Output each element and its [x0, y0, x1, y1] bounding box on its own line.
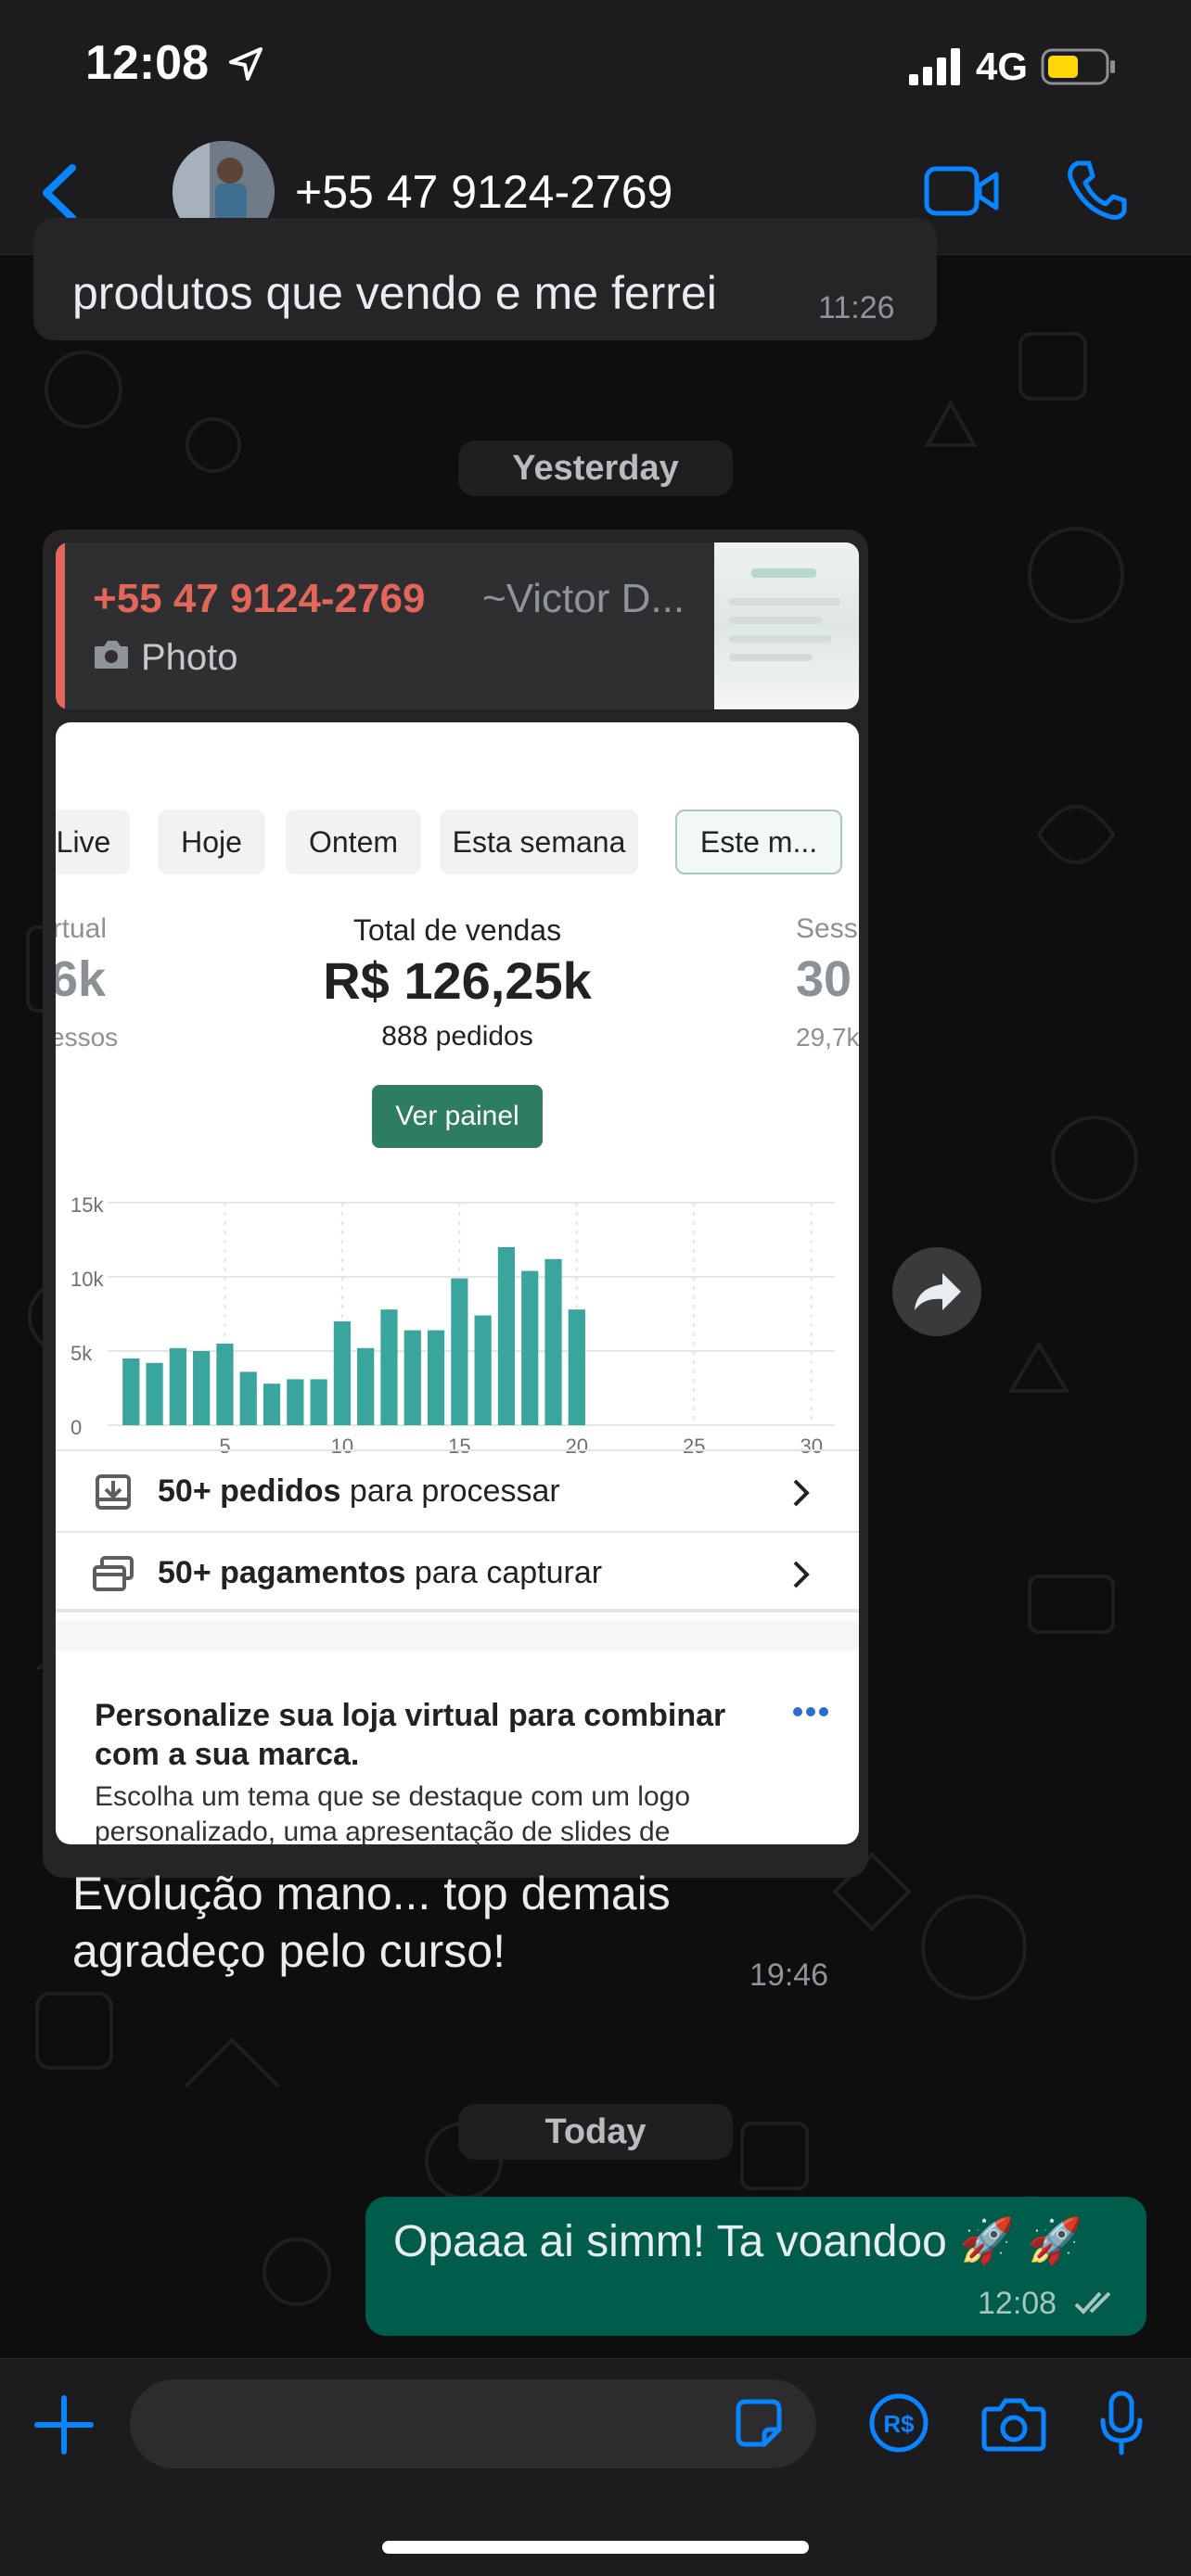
message-list[interactable]: produtos que vendo e me ferrei 11:26 Yes… — [0, 218, 1191, 2358]
location-arrow-icon — [229, 47, 263, 81]
forward-button[interactable] — [892, 1247, 981, 1336]
sticker-icon[interactable] — [731, 2396, 787, 2452]
home-indicator[interactable] — [382, 2541, 809, 2554]
chart-bar — [497, 1247, 516, 1425]
battery-icon — [1041, 48, 1115, 85]
chart-bar — [216, 1344, 234, 1425]
ver-painel-button: Ver painel — [372, 1085, 543, 1148]
payment-real-icon[interactable]: R$ — [868, 2392, 929, 2454]
image-caption-line1: Evolução mano... top demais — [72, 1868, 671, 1919]
chart-bar — [568, 1309, 585, 1425]
chart-bar — [521, 1270, 539, 1425]
network-type: 4G — [975, 45, 1028, 88]
chart-bar — [146, 1362, 163, 1425]
payments-count-bold: 50+ pagamentos — [158, 1555, 406, 1590]
chevron-right-icon — [793, 1479, 810, 1507]
phone-call-icon[interactable] — [1065, 158, 1128, 223]
chart-bar — [380, 1309, 398, 1425]
chart-bar — [474, 1315, 492, 1425]
metric-right-sub: 29,7k — [796, 1023, 859, 1052]
svg-text:R$: R$ — [883, 2410, 915, 2438]
plus-icon[interactable] — [32, 2392, 96, 2457]
tab-ontem: Ontem — [286, 810, 421, 874]
download-tray-icon — [96, 1474, 131, 1510]
chart-y-tick-label: 15k — [70, 1193, 104, 1217]
chart-bar — [333, 1321, 352, 1425]
status-bar: 12:08 4G — [0, 0, 1191, 130]
status-indicators: 4G — [908, 45, 1117, 89]
orders-row-text: para processar — [349, 1473, 560, 1509]
chart-y-tick-label: 5k — [70, 1342, 93, 1365]
customize-card-title: Personalize sua loja virtual para combin… — [95, 1698, 726, 1772]
chart-bar — [263, 1384, 281, 1425]
forward-arrow-icon — [915, 1273, 961, 1310]
orders-count: 888 pedidos — [381, 1021, 533, 1052]
message-text: produtos que vendo e me ferrei — [72, 267, 717, 319]
status-time: 12:08 — [85, 35, 264, 91]
signal-icon — [908, 48, 960, 85]
chart-y-tick-label: 0 — [70, 1416, 82, 1439]
chart-bar — [122, 1358, 140, 1425]
message-time: 19:46 — [749, 1958, 829, 1993]
payments-to-capture-row: 50+ pagamentos para capturar — [56, 1531, 859, 1613]
chart-bar — [239, 1371, 257, 1425]
quote-thumbnail-image — [729, 568, 840, 661]
section-gap — [56, 1620, 859, 1651]
chart-bar — [403, 1330, 421, 1425]
chart-bar — [169, 1347, 186, 1425]
customize-store-card: Personalize sua loja virtual para combin… — [56, 1668, 859, 1844]
message-time: 12:08 — [978, 2286, 1057, 2321]
compose-bar: R$ — [0, 2358, 1191, 2576]
orders-to-process-row: 50+ pedidos para processar — [56, 1449, 859, 1531]
quote-thumbnail — [714, 542, 859, 709]
metric-right-value: 30 — [796, 951, 852, 1007]
contact-name[interactable]: +55 47 9124-2769 — [295, 165, 672, 219]
more-options-icon — [793, 1707, 828, 1716]
customize-card-body: Escolha um tema que se destaque com um l… — [95, 1781, 691, 1844]
message-bubble-outgoing[interactable]: Opaaa ai simm! Ta voandoo 🚀 🚀 12:08 — [365, 2197, 1146, 2336]
message-time: 11:26 — [818, 290, 895, 325]
total-sales-label: Total de vendas — [352, 913, 562, 947]
orders-count-bold: 50+ pedidos — [158, 1473, 341, 1509]
quoted-reply[interactable]: +55 47 9124-2769 ~Victor D... Photo — [56, 542, 859, 709]
microphone-icon[interactable] — [1098, 2391, 1145, 2455]
camera-icon[interactable] — [981, 2396, 1046, 2454]
chart-bar — [193, 1351, 211, 1425]
tab-live: Live — [56, 810, 130, 874]
back-chevron-icon[interactable] — [32, 160, 87, 225]
chart-bar — [451, 1278, 468, 1425]
image-caption-line2: agradeço pelo curso! — [72, 1925, 506, 1977]
chart-y-tick-label: 10k — [70, 1268, 104, 1291]
message-bubble-incoming[interactable]: produtos que vendo e me ferrei 11:26 — [33, 218, 937, 340]
chart-bar — [544, 1258, 562, 1425]
date-separator: Today — [458, 2104, 733, 2160]
quote-author-number: +55 47 9124-2769 — [93, 576, 426, 621]
payments-row-text: para capturar — [414, 1555, 603, 1590]
tab-hoje: Hoje — [158, 810, 265, 874]
payment-cards-icon — [93, 1556, 134, 1591]
chart-bar — [427, 1330, 445, 1425]
total-sales-value: R$ 126,25k — [323, 951, 592, 1010]
message-input[interactable] — [130, 2379, 816, 2468]
chart-bar — [287, 1379, 304, 1425]
quote-author-alias: ~Victor D... — [482, 576, 685, 621]
chart-bar — [310, 1379, 327, 1425]
video-call-icon[interactable] — [924, 163, 1000, 219]
quote-accent-bar — [56, 542, 65, 709]
sales-bar-chart: 05k10k15k5 10 15 20 25 30 — [70, 1193, 835, 1458]
shared-screenshot[interactable]: Live Hoje Ontem Esta semana Este m... ir… — [56, 722, 859, 1844]
camera-small-icon — [95, 641, 128, 669]
tab-esta-semana: Esta semana — [440, 810, 638, 874]
read-receipt-icon — [1074, 2291, 1111, 2315]
chart-bar — [357, 1347, 375, 1425]
message-text: Opaaa ai simm! Ta voandoo 🚀 🚀 — [393, 2217, 1082, 2266]
quote-media-type: Photo — [141, 637, 238, 678]
metric-right-label: Sess — [796, 913, 858, 944]
chevron-right-icon — [793, 1561, 810, 1588]
tab-este-mes: Este m... — [675, 810, 842, 874]
date-separator: Yesterday — [458, 440, 733, 496]
